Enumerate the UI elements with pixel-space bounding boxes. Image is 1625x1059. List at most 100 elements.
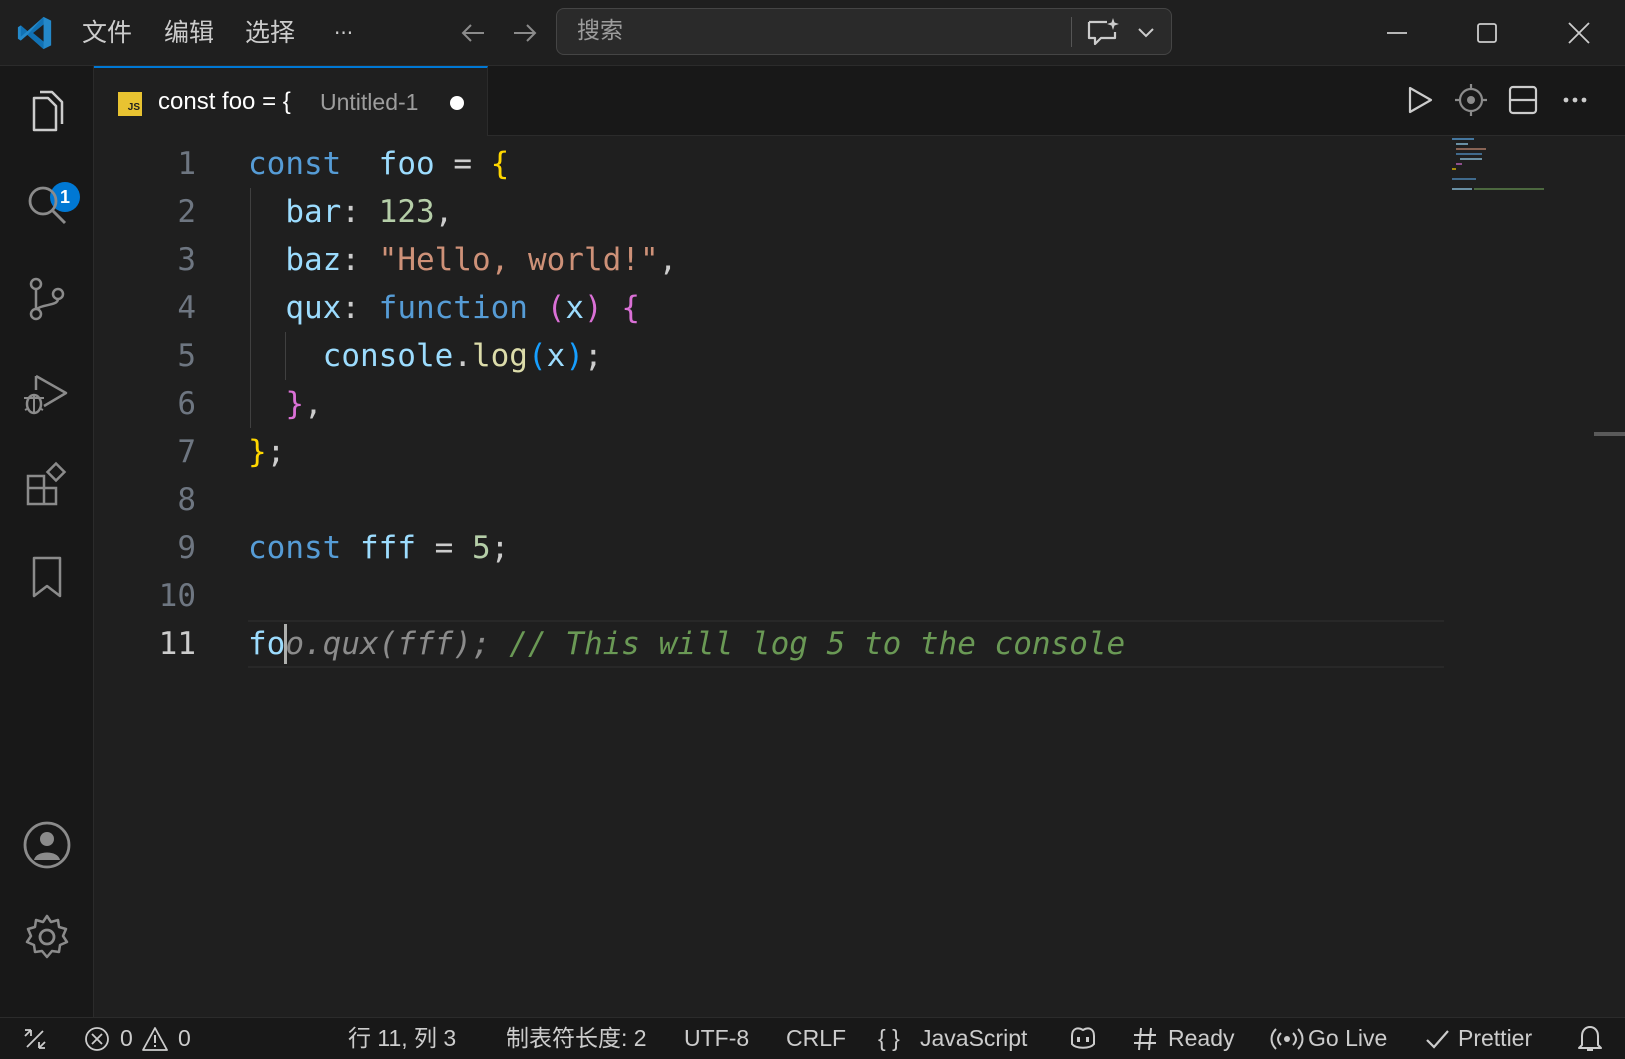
code-token: ,	[304, 386, 323, 422]
scrollbar-position-marker[interactable]	[1594, 432, 1625, 436]
code-token: fff	[360, 530, 416, 566]
warning-count[interactable]: 0	[178, 1018, 191, 1058]
more-actions-icon[interactable]	[1558, 83, 1592, 117]
debug-target-icon[interactable]	[1454, 83, 1488, 117]
status-bar: 0 0 行 11, 列 3 制表符长度: 2 UTF-8 CRLF { } Ja…	[0, 1017, 1625, 1059]
javascript-file-icon: JS	[118, 92, 142, 116]
code-token: ,	[434, 194, 454, 230]
code-line[interactable]: const foo = {	[248, 140, 1125, 188]
code-token: =	[416, 530, 472, 566]
vscode-logo-icon[interactable]	[16, 14, 54, 52]
close-icon[interactable]	[1562, 16, 1596, 50]
code-token: }	[248, 434, 267, 470]
language-mode[interactable]: JavaScript	[920, 1018, 1027, 1058]
line-number[interactable]: 6	[94, 380, 196, 428]
line-number[interactable]: 3	[94, 236, 196, 284]
code-token: qux	[285, 290, 342, 326]
code-line[interactable]: bar: 123,	[248, 188, 1125, 236]
code-token: :	[341, 242, 379, 278]
remote-indicator-icon[interactable]	[22, 1026, 48, 1052]
code-line[interactable]	[248, 476, 1125, 524]
code-token: (	[546, 290, 566, 326]
split-editor-icon[interactable]	[1506, 83, 1540, 117]
code-editor[interactable]: 1 2 3 4 5 6 7 8 9 10 11 const foo = { bar: 123, ba…	[94, 136, 1625, 1017]
menu-more[interactable]: ···	[334, 0, 353, 66]
unsaved-dot-icon[interactable]	[450, 96, 464, 110]
code-line[interactable]	[248, 572, 1125, 620]
code-token: ,	[658, 242, 678, 278]
encoding[interactable]: UTF-8	[684, 1018, 749, 1058]
code-line[interactable]: qux: function (x) {	[248, 284, 1125, 332]
line-number-gutter: 1 2 3 4 5 6 7 8 9 10 11	[94, 140, 196, 668]
notifications-bell-icon[interactable]	[1576, 1023, 1604, 1053]
error-icon[interactable]	[84, 1026, 110, 1052]
code-token: log	[471, 338, 528, 374]
go-live-button[interactable]: Go Live	[1308, 1018, 1387, 1058]
run-file-icon[interactable]	[1402, 83, 1436, 117]
code-token: ;	[584, 338, 603, 374]
language-braces-icon[interactable]: { }	[878, 1018, 900, 1058]
code-token: function	[378, 290, 528, 326]
code-line[interactable]: console.log(x);	[248, 332, 1125, 380]
account-icon[interactable]	[22, 820, 72, 870]
forward-arrow-icon[interactable]	[510, 18, 540, 48]
code-token: {	[621, 290, 640, 326]
command-center-search[interactable]: 搜索	[556, 8, 1172, 55]
cursor-position[interactable]: 行 11, 列 3	[348, 1018, 456, 1058]
menu-file[interactable]: 文件	[82, 0, 132, 66]
extensions-icon[interactable]	[22, 460, 72, 510]
code-line[interactable]: baz: "Hello, world!",	[248, 236, 1125, 284]
ready-status[interactable]: Ready	[1168, 1018, 1234, 1058]
minimize-icon[interactable]	[1380, 16, 1414, 50]
code-line[interactable]: };	[248, 428, 1125, 476]
editor-tab-bar: JS const foo = { Untitled-1	[94, 66, 1625, 136]
code-line[interactable]: },	[248, 380, 1125, 428]
code-token: )	[583, 290, 603, 326]
line-number[interactable]: 1	[94, 140, 196, 188]
line-number[interactable]: 9	[94, 524, 196, 572]
tab-size[interactable]: 制表符长度: 2	[506, 1018, 647, 1058]
code-token: const	[248, 530, 342, 566]
code-token: 123	[378, 194, 435, 230]
code-token: 5	[472, 530, 491, 566]
code-token: (	[527, 338, 547, 374]
code-token: :	[341, 290, 379, 326]
bookmark-icon[interactable]	[22, 552, 72, 602]
code-token: fo	[248, 626, 286, 662]
back-arrow-icon[interactable]	[458, 18, 488, 48]
broadcast-icon[interactable]	[1270, 1026, 1304, 1052]
code-line[interactable]: const fff = 5;	[248, 524, 1125, 572]
menu-edit[interactable]: 编辑	[164, 0, 214, 66]
line-number[interactable]: 11	[94, 620, 196, 668]
line-number[interactable]: 5	[94, 332, 196, 380]
error-count[interactable]: 0	[120, 1018, 133, 1058]
minimap[interactable]	[1452, 136, 1562, 196]
chevron-down-icon[interactable]	[1135, 21, 1157, 43]
line-number[interactable]: 2	[94, 188, 196, 236]
editor-tab-untitled-1[interactable]: JS const foo = { Untitled-1	[94, 66, 488, 136]
code-token: }	[285, 386, 304, 422]
checkmark-icon[interactable]	[1424, 1026, 1450, 1052]
settings-gear-icon[interactable]	[22, 912, 72, 962]
hash-icon[interactable]	[1132, 1026, 1158, 1052]
warning-icon[interactable]	[142, 1026, 168, 1052]
run-debug-icon[interactable]	[22, 368, 72, 418]
copilot-chat-icon[interactable]	[1085, 16, 1121, 48]
copilot-icon[interactable]	[1068, 1024, 1098, 1052]
end-of-line[interactable]: CRLF	[786, 1018, 846, 1058]
menu-selection[interactable]: 选择	[245, 0, 295, 66]
code-lines[interactable]: const foo = { bar: 123, baz: "Hello, wor…	[248, 140, 1125, 668]
line-number[interactable]: 8	[94, 476, 196, 524]
line-number[interactable]: 7	[94, 428, 196, 476]
explorer-icon[interactable]	[22, 88, 72, 138]
search-icon[interactable]	[22, 180, 72, 230]
source-control-icon[interactable]	[22, 274, 72, 324]
code-line[interactable]: foo.qux(fff); // This will log 5 to the …	[248, 620, 1125, 668]
line-number[interactable]: 4	[94, 284, 196, 332]
maximize-icon[interactable]	[1470, 16, 1504, 50]
line-number[interactable]: 10	[94, 572, 196, 620]
prettier-status[interactable]: Prettier	[1458, 1018, 1532, 1058]
